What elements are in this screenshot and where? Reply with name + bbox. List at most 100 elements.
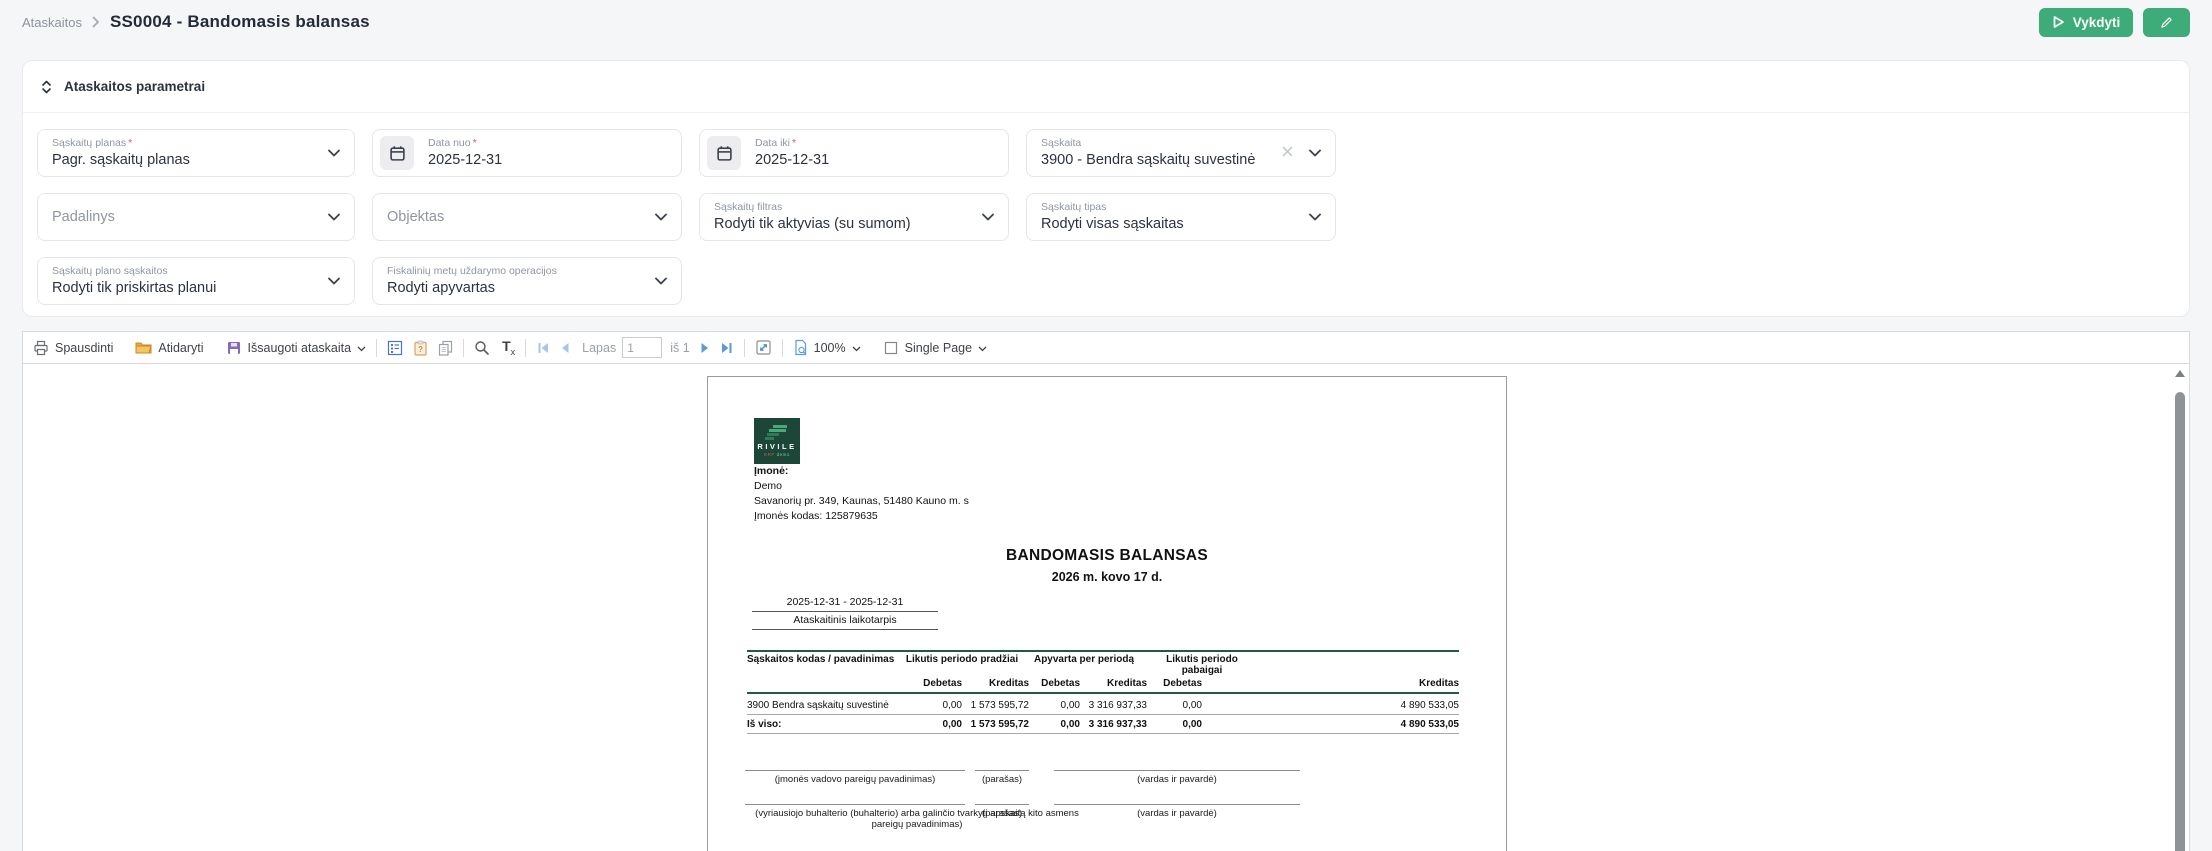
open-button[interactable]: Atidaryti (135, 340, 203, 355)
calendar-icon[interactable] (707, 136, 741, 170)
cell-value: 1 573 595,72 (962, 719, 1029, 730)
chevron-down-icon (328, 144, 340, 162)
run-button-label: Vykdyti (2073, 15, 2121, 30)
cell-value: 4 890 533,05 (1202, 719, 1459, 730)
play-icon (2052, 15, 2065, 29)
zoom-value: 100% (814, 341, 846, 355)
edit-button[interactable] (2143, 8, 2190, 37)
collapse-expand-icon (41, 79, 52, 95)
scroll-up-arrow-icon[interactable] (2175, 370, 2185, 377)
pencil-icon (2159, 15, 2174, 30)
cell-value: 0,00 (1029, 700, 1080, 711)
report-period-block: 2025-12-31 - 2025-12-31 Ataskaitinis lai… (752, 596, 938, 630)
breadcrumb-root-link[interactable]: Ataskaitos (22, 15, 82, 30)
text-search-button[interactable]: Tx (502, 338, 515, 357)
col-header-account: Sąskaitos kodas / pavadinimas (747, 654, 895, 676)
period-label: Ataskaitinis laikotarpis (752, 612, 938, 630)
field-data-nuo[interactable]: Data nuo* 2025-12-31 (372, 129, 682, 177)
signature-line (1054, 804, 1300, 805)
first-page-button[interactable] (536, 341, 550, 355)
copy-page-button[interactable] (438, 340, 453, 356)
table-total-row: Iš viso: 0,00 1 573 595,72 0,00 3 316 93… (747, 715, 1459, 734)
clipboard-properties-button[interactable]: ? (413, 340, 428, 356)
clipboard-question-icon: ? (413, 340, 428, 356)
single-page-icon (883, 340, 899, 356)
field-plano-saskaitos[interactable]: Sąskaitų plano sąskaitos Rodyti tik pris… (37, 257, 355, 305)
view-mode-value: Single Page (905, 341, 972, 355)
last-page-button[interactable] (720, 341, 734, 355)
print-button[interactable]: Spausdinti (33, 340, 113, 356)
chevron-down-icon (982, 208, 994, 226)
col-header-debit: Debetas (1147, 676, 1202, 689)
clear-x-icon[interactable] (1282, 144, 1293, 162)
field-data-iki[interactable]: Data iki* 2025-12-31 (699, 129, 1009, 177)
vertical-scrollbar[interactable] (2174, 368, 2186, 851)
company-name: Demo (754, 480, 782, 492)
toolbar-separator (782, 339, 783, 357)
chevron-down-icon (328, 272, 340, 290)
view-mode-control[interactable]: Single Page (883, 340, 987, 356)
document-area: RIVILE ERP demo Įmonė: Demo Savanorių pr… (23, 364, 2189, 851)
floppy-save-icon (226, 340, 242, 356)
company-code: Įmonės kodas: 125879635 (754, 510, 878, 522)
save-report-button[interactable]: Išsaugoti ataskaita (226, 340, 367, 356)
required-asterisk: * (473, 137, 477, 149)
svg-text:?: ? (418, 345, 423, 354)
field-saskaita[interactable]: Sąskaita 3900 - Bendra sąskaitų suvestin… (1026, 129, 1336, 177)
next-page-button[interactable] (698, 341, 712, 355)
page-zoom-icon (793, 339, 808, 356)
field-saskaitu-planas[interactable]: Sąskaitų planas* Pagr. sąskaitų planas (37, 129, 355, 177)
field-value: Rodyti visas sąskaitas (1041, 216, 1184, 232)
chevron-right-icon (92, 16, 100, 28)
toolbar-separator (744, 339, 745, 357)
report-page: RIVILE ERP demo Įmonė: Demo Savanorių pr… (707, 376, 1507, 851)
chevron-down-icon (328, 208, 340, 226)
account-name: 3900 Bendra sąskaitų suvestinė (747, 700, 895, 711)
field-value: Rodyti tik priskirtas planui (52, 280, 216, 296)
field-placeholder: Objektas (387, 194, 444, 240)
rivile-logo: RIVILE ERP demo (754, 418, 800, 464)
panel-header-collapse[interactable]: Ataskaitos parametrai (23, 61, 2189, 113)
field-saskaitu-filtras[interactable]: Sąskaitų filtras Rodyti tik aktyvias (su… (699, 193, 1009, 241)
period-value: 2025-12-31 - 2025-12-31 (752, 596, 938, 612)
folder-icon (135, 340, 152, 355)
field-value: Rodyti apyvartas (387, 280, 495, 296)
field-saskaitu-tipas[interactable]: Sąskaitų tipas Rodyti visas sąskaitas (1026, 193, 1336, 241)
report-date: 2026 m. kovo 17 d. (708, 570, 1506, 584)
field-label: Data iki (755, 137, 790, 149)
report-viewer: Spausdinti Atidaryti Išsaugoti ataskaita… (22, 331, 2190, 851)
chevron-down-icon (1309, 208, 1321, 226)
chevron-down-icon (978, 341, 987, 355)
top-bar: Ataskaitos SS0004 - Bandomasis balansas … (0, 0, 2212, 44)
calendar-icon[interactable] (380, 136, 414, 170)
search-button[interactable] (474, 340, 490, 356)
fullscreen-button[interactable] (755, 339, 772, 356)
company-label: Įmonė: (754, 465, 788, 477)
col-header-credit: Kreditas (962, 676, 1029, 689)
parameters-panel-button[interactable] (387, 340, 403, 356)
scrollbar-thumb[interactable] (2175, 392, 2185, 851)
required-asterisk: * (128, 137, 132, 149)
signature-name: (vardas ir pavardė) (1054, 774, 1300, 785)
top-actions: Vykdyti (2039, 8, 2190, 37)
field-fiskaliniu-metu[interactable]: Fiskalinių metų uždarymo operacijos Rody… (372, 257, 682, 305)
previous-page-button[interactable] (558, 341, 572, 355)
chevron-down-icon (852, 341, 861, 355)
copy-pages-icon (438, 340, 453, 356)
field-padalinys[interactable]: Padalinys (37, 193, 355, 241)
signature-line (975, 770, 1029, 771)
zoom-control[interactable]: 100% (793, 339, 861, 356)
run-button[interactable]: Vykdyti (2039, 8, 2133, 37)
toolbar-separator (376, 339, 377, 357)
page-title: SS0004 - Bandomasis balansas (110, 12, 370, 32)
field-objektas[interactable]: Objektas (372, 193, 682, 241)
field-value: Pagr. sąskaitų planas (52, 152, 190, 168)
fullscreen-expand-icon (755, 339, 772, 356)
signature-sign: (parašas) (955, 808, 1049, 819)
chevron-down-icon (655, 272, 667, 290)
page-number-input[interactable] (622, 337, 662, 358)
logo-brand-text: RIVILE (754, 442, 800, 451)
logo-bars-icon (765, 425, 787, 441)
required-asterisk: * (792, 137, 796, 149)
chevron-down-icon (1309, 144, 1321, 162)
